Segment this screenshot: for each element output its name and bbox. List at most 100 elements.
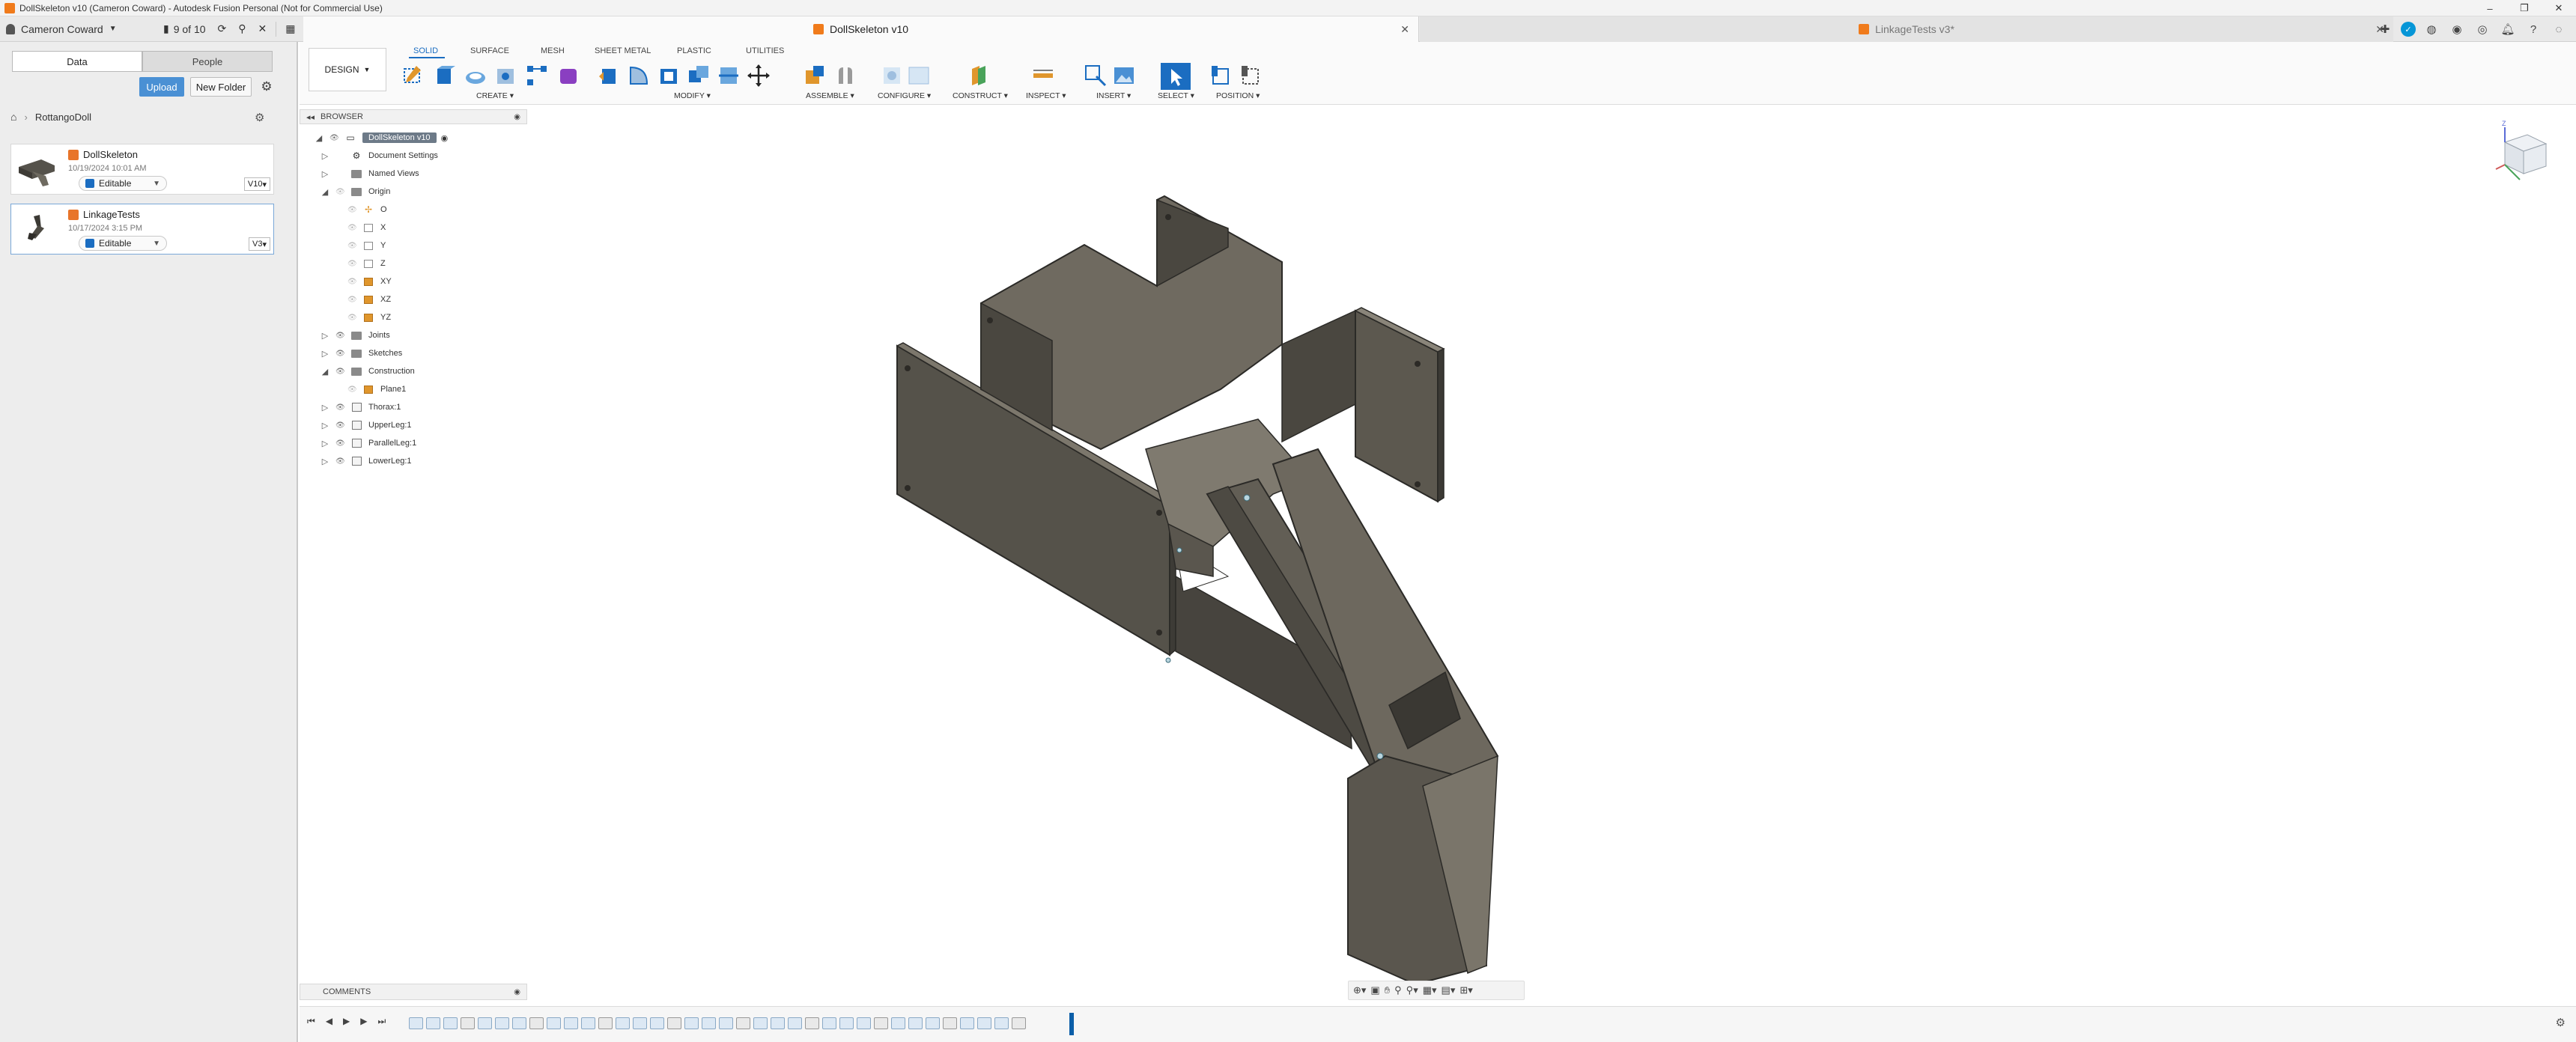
timeline-feature[interactable] <box>426 1017 440 1029</box>
viewports-icon[interactable]: ⊞▾ <box>1459 984 1472 996</box>
breadcrumb-folder[interactable]: RottangoDoll <box>35 112 91 123</box>
timeline-feature[interactable] <box>788 1017 802 1029</box>
measure-icon[interactable] <box>1030 63 1056 88</box>
configure-table-icon[interactable] <box>906 63 932 88</box>
visibility-eye-icon[interactable]: 👁︎ <box>347 278 358 286</box>
zoom-icon[interactable]: ⚲ <box>1394 984 1402 996</box>
collapse-toggle-icon[interactable]: ◢ <box>321 367 329 377</box>
offset-plane-icon[interactable] <box>966 63 991 88</box>
step-back-icon[interactable]: ◀ <box>326 1016 332 1027</box>
visibility-eye-icon[interactable]: 👁︎ <box>329 134 340 142</box>
timeline-feature[interactable] <box>977 1017 991 1029</box>
timeline-feature[interactable] <box>461 1017 475 1029</box>
browser-item[interactable]: 👁︎ Y <box>332 238 386 253</box>
browser-header[interactable]: ◂◂ BROWSER ◉ <box>300 109 527 124</box>
timeline-feature[interactable] <box>529 1017 544 1029</box>
3d-viewport[interactable] <box>300 105 2576 988</box>
collapse-toggle-icon[interactable]: ▷ <box>321 421 329 430</box>
visibility-eye-icon[interactable]: 👁︎ <box>347 314 358 322</box>
timeline-settings-icon[interactable]: ⚙ <box>2556 1016 2566 1029</box>
timeline-feature[interactable] <box>443 1017 458 1029</box>
group-inspect[interactable]: INSPECT ▾ <box>1026 91 1066 100</box>
collapse-toggle-icon[interactable]: ▷ <box>321 331 329 341</box>
browser-item[interactable]: ▷ 👁︎ ParallelLeg:1 <box>321 436 416 451</box>
learning-icon[interactable]: ◎ <box>2473 19 2492 39</box>
create-form-icon[interactable] <box>556 63 581 88</box>
timeline-marker[interactable] <box>1069 1013 1074 1035</box>
new-folder-button[interactable]: New Folder <box>190 77 252 97</box>
browser-item[interactable]: ▷ ⚙ Document Settings <box>321 148 438 163</box>
collapse-toggle-icon[interactable]: ▷ <box>321 403 329 412</box>
joint-icon[interactable] <box>833 63 858 88</box>
timeline-feature[interactable] <box>753 1017 768 1029</box>
maximize-button[interactable]: ❐ <box>2507 0 2542 16</box>
tab-sheet-metal[interactable]: SHEET METAL <box>595 46 651 55</box>
file-card[interactable]: DollSkeleton 10/19/2024 10:01 AM Editabl… <box>10 144 274 195</box>
timeline-feature[interactable] <box>994 1017 1009 1029</box>
group-create[interactable]: CREATE ▾ <box>476 91 514 100</box>
browser-root[interactable]: ◢ 👁︎ ▭ DollSkeleton v10 ◉ <box>315 130 448 145</box>
app-grid-button[interactable]: ▦ <box>279 16 301 42</box>
combine-icon[interactable] <box>686 63 711 88</box>
visibility-eye-icon[interactable]: 👁︎ <box>335 439 346 448</box>
new-tab-icon[interactable]: ✚ <box>2375 19 2395 39</box>
timeline-feature[interactable] <box>736 1017 750 1029</box>
visibility-eye-icon[interactable]: 👁︎ <box>347 224 358 232</box>
go-to-start-icon[interactable]: ⏮ <box>307 1016 315 1027</box>
browser-item[interactable]: ▷ Named Views <box>321 166 419 181</box>
browser-item[interactable]: ▷ 👁︎ UpperLeg:1 <box>321 418 412 433</box>
version-badge[interactable]: V3 ▾ <box>249 237 270 251</box>
split-body-icon[interactable] <box>716 63 741 88</box>
new-component-icon[interactable] <box>803 63 828 88</box>
browser-item[interactable]: 👁︎ XY <box>332 274 392 289</box>
collapse-toggle-icon[interactable]: ▷ <box>321 169 329 179</box>
tab-people[interactable]: People <box>142 51 273 72</box>
revert-position-icon[interactable] <box>1239 63 1264 88</box>
collapse-toggle-icon[interactable]: ▷ <box>321 349 329 359</box>
timeline-feature[interactable] <box>667 1017 681 1029</box>
collapse-toggle-icon[interactable]: ◢ <box>315 133 323 143</box>
timeline-feature[interactable] <box>857 1017 871 1029</box>
configure-icon[interactable] <box>879 63 905 88</box>
visibility-eye-icon[interactable]: 👁︎ <box>335 403 346 412</box>
editable-status-dropdown[interactable]: Editable ▼ <box>79 176 167 191</box>
upload-button[interactable]: Upload <box>139 77 184 97</box>
help-icon[interactable]: ? <box>2524 19 2543 39</box>
search-button[interactable]: ⚲ <box>232 16 252 42</box>
move-copy-icon[interactable] <box>746 63 771 88</box>
visibility-eye-icon[interactable]: 👁︎ <box>335 421 346 430</box>
timeline-feature[interactable] <box>598 1017 613 1029</box>
visibility-eye-icon[interactable]: 👁︎ <box>335 368 346 376</box>
browser-item[interactable]: 👁︎ YZ <box>332 310 391 325</box>
browser-item[interactable]: ▷ 👁︎ LowerLeg:1 <box>321 454 412 469</box>
timeline-feature[interactable] <box>926 1017 940 1029</box>
tab-utilities[interactable]: UTILITIES <box>746 46 784 55</box>
timeline-feature[interactable] <box>960 1017 974 1029</box>
activate-radio-icon[interactable]: ◉ <box>441 133 449 143</box>
timeline-feature[interactable] <box>891 1017 905 1029</box>
editable-status-dropdown[interactable]: Editable ▼ <box>79 236 167 251</box>
pattern-icon[interactable] <box>524 63 550 88</box>
group-assemble[interactable]: ASSEMBLE ▾ <box>806 91 854 100</box>
close-data-panel-button[interactable]: ✕ <box>252 16 273 42</box>
pin-icon[interactable]: ◉ <box>514 113 520 121</box>
tab-plastic[interactable]: PLASTIC <box>677 46 711 55</box>
press-pull-icon[interactable] <box>596 63 622 88</box>
viewcube[interactable]: Z <box>2490 120 2557 195</box>
account-icon[interactable]: ◌ <box>2549 19 2569 39</box>
timeline-feature[interactable] <box>822 1017 836 1029</box>
browser-item[interactable]: ▷ 👁︎ Joints <box>321 328 390 343</box>
visibility-eye-icon[interactable]: 👁︎ <box>347 296 358 304</box>
browser-item[interactable]: ▷ 👁︎ Sketches <box>321 346 402 361</box>
hole-icon[interactable] <box>493 63 518 88</box>
tab-mesh[interactable]: MESH <box>541 46 565 55</box>
extensions-icon[interactable]: ✓ <box>2401 22 2416 37</box>
refresh-button[interactable]: ⟳ <box>212 16 233 42</box>
play-icon[interactable]: ▶ <box>343 1016 350 1027</box>
group-select[interactable]: SELECT ▾ <box>1158 91 1194 100</box>
orbit-target-icon[interactable]: ⊕▾ <box>1353 984 1366 996</box>
gear-icon[interactable]: ⚙ <box>258 78 276 96</box>
browser-item[interactable]: ◢ 👁︎ Construction <box>321 364 415 379</box>
group-insert[interactable]: INSERT ▾ <box>1096 91 1131 100</box>
group-modify[interactable]: MODIFY ▾ <box>674 91 711 100</box>
